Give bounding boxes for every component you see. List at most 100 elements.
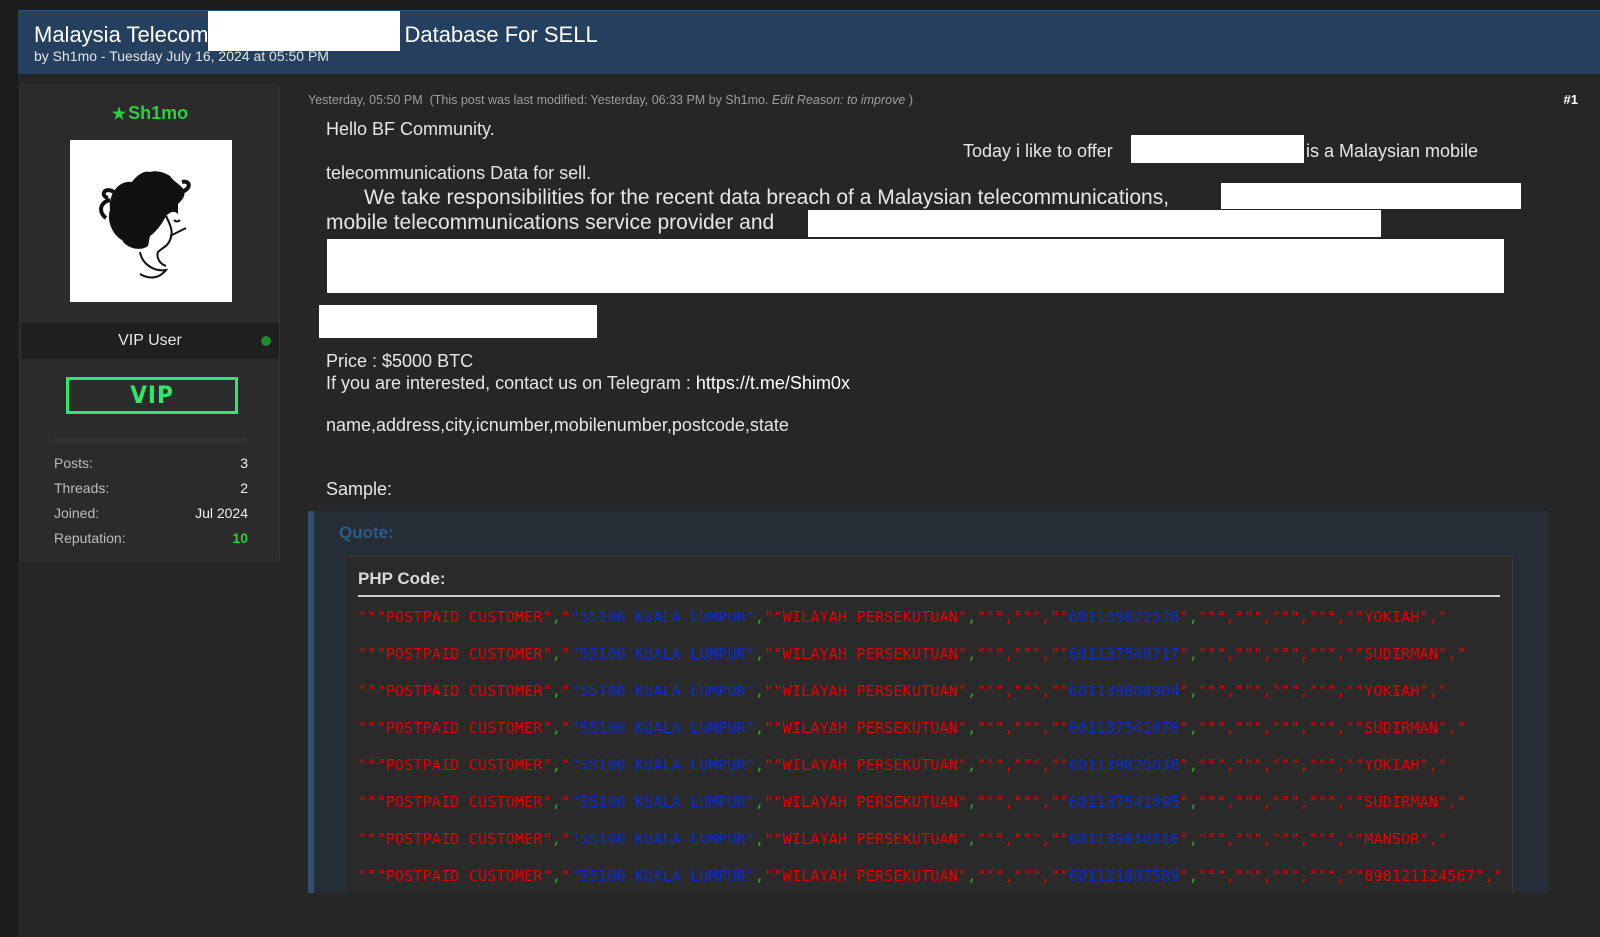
code-string: """POSTPAID CUSTOMER" (358, 645, 552, 663)
code-string: """,""",""",""","" (1198, 830, 1365, 848)
price-text: Price : $5000 BTC (326, 351, 474, 371)
post-number-link[interactable]: #1 (1564, 92, 1578, 107)
code-string: """POSTPAID CUSTOMER" (358, 830, 552, 848)
code-comma: , (754, 867, 765, 885)
stat-value: 2 (240, 480, 248, 496)
code-string: """,""",""",""","" (1198, 867, 1365, 885)
code-string: " (561, 867, 571, 885)
code-comma: , (967, 867, 977, 885)
code-comma: , (754, 830, 765, 848)
code-string: "," (1419, 830, 1448, 848)
code-string: ""WILAYAH PERSEKUTUAN" (764, 682, 968, 700)
code-string: """POSTPAID CUSTOMER" (358, 867, 552, 885)
code-comma: , (754, 756, 765, 774)
responsibility-text: We take responsibilities for the recent … (364, 186, 1170, 209)
customer-name: 890121124567 (1364, 867, 1475, 885)
avatar[interactable] (70, 140, 232, 302)
phone-number: 601137541076 (1068, 719, 1180, 737)
redaction-box (1131, 135, 1304, 163)
contact-label: If you are interested, contact us on Tel… (326, 373, 691, 393)
code-string: """,""",""",""","" (1198, 756, 1365, 774)
username: Sh1mo (128, 103, 189, 123)
code-comma: , (967, 830, 977, 848)
customer-name: SUDIRMAN (1364, 719, 1439, 737)
user-profile-card: ★ Sh1mo VIP User VIP Posts: 3 Threads: 2 … (20, 84, 280, 562)
code-comma: , (551, 645, 562, 663)
code-string: " (1179, 608, 1189, 626)
thread-title: Malaysia Telecom Database For SELL (34, 11, 598, 51)
code-string: " (1179, 793, 1189, 811)
telegram-link[interactable]: https://t.me/Shim0x (696, 373, 850, 393)
code-string: """,""","" (976, 867, 1069, 885)
code-comma: , (1188, 645, 1199, 663)
code-string: ""WILAYAH PERSEKUTUAN" (764, 793, 968, 811)
code-string: """,""","" (976, 756, 1069, 774)
code-label: PHP Code: (358, 569, 446, 588)
customer-name: YOKIAH (1364, 682, 1420, 700)
code-line: """POSTPAID CUSTOMER",""55100 KUALA LUMP… (358, 792, 1500, 829)
code-value: "55100 KUALA LUMPUR" (570, 719, 755, 737)
code-string: " (1179, 867, 1189, 885)
thread-title-prefix: Malaysia Telecom (34, 21, 209, 47)
code-comma: , (1188, 867, 1199, 885)
redaction-box (208, 11, 401, 51)
redaction-box (808, 210, 1381, 237)
code-string: "," (1475, 867, 1500, 885)
customer-name: SUDIRMAN (1364, 645, 1439, 663)
stat-label: Reputation: (54, 530, 126, 546)
code-line: """POSTPAID CUSTOMER",""55100 KUALA LUMP… (358, 755, 1500, 792)
quote-block: Quote: PHP Code: """POSTPAID CUSTOMER","… (308, 511, 1548, 893)
stat-value: Jul 2024 (195, 505, 248, 521)
code-comma: , (551, 793, 562, 811)
reputation-link[interactable]: 10 (232, 530, 248, 555)
code-value: "55100 KUALA LUMPUR" (570, 682, 755, 700)
code-line: """POSTPAID CUSTOMER",""55100 KUALA LUMP… (358, 866, 1500, 893)
stat-value: 3 (240, 455, 248, 471)
sample-label: Sample: (326, 479, 393, 499)
code-comma: , (967, 645, 977, 663)
code-string: """,""","" (976, 793, 1069, 811)
avatar-illustration (99, 171, 191, 279)
customer-name: MANSOR (1364, 830, 1420, 848)
stat-label: Threads: (54, 480, 110, 496)
edit-reason: Edit Reason: to improve (771, 93, 906, 107)
phone-number: 601139022528 (1068, 608, 1180, 626)
code-string: """POSTPAID CUSTOMER" (358, 682, 552, 700)
post-meta: Yesterday, 05:50 PM (This post was last … (308, 93, 913, 107)
code-comma: , (754, 793, 765, 811)
php-code-block: PHP Code: """POSTPAID CUSTOMER",""55100 … (345, 556, 1513, 893)
code-value: "55100 KUALA LUMPUR" (570, 756, 755, 774)
post-meta-close: ) (908, 93, 913, 107)
stat-label: Joined: (54, 505, 100, 521)
code-string: ""WILAYAH PERSEKUTUAN" (764, 719, 968, 737)
code-string: """,""","" (976, 608, 1069, 626)
code-comma: , (551, 608, 562, 626)
code-string: """,""","" (976, 830, 1069, 848)
offer-text-start: Today i like to offer (963, 141, 1113, 161)
code-comma: , (754, 682, 765, 700)
code-string: """,""","" (976, 682, 1069, 700)
code-comma: , (1188, 756, 1199, 774)
code-string: """,""","" (976, 645, 1069, 663)
code-string: """,""",""",""","" (1198, 682, 1365, 700)
code-string: """,""",""",""","" (1198, 719, 1365, 737)
code-lines: """POSTPAID CUSTOMER",""55100 KUALA LUMP… (358, 607, 1500, 893)
customer-name: YOKIAH (1364, 608, 1420, 626)
phone-number: 601137541095 (1068, 793, 1180, 811)
code-string: " (1179, 645, 1189, 663)
star-icon: ★ (111, 106, 127, 123)
code-comma: , (551, 682, 562, 700)
username-link[interactable]: ★ Sh1mo (21, 103, 279, 124)
offer-text-continued: telecommunications Data for sell. (326, 163, 592, 183)
stat-posts: Posts: 3 (54, 455, 248, 480)
code-string: ""WILAYAH PERSEKUTUAN" (764, 645, 968, 663)
online-status-icon (261, 336, 271, 346)
divider (54, 438, 248, 443)
redaction-box (1221, 183, 1521, 209)
divider (358, 595, 1500, 597)
code-value: "55100 KUALA LUMPUR" (570, 867, 755, 885)
post-time: Yesterday, 05:50 PM (308, 93, 423, 107)
thread-title-suffix: Database For SELL (404, 21, 598, 47)
phone-number: 601137540717 (1068, 645, 1180, 663)
code-string: "," (1438, 793, 1466, 811)
